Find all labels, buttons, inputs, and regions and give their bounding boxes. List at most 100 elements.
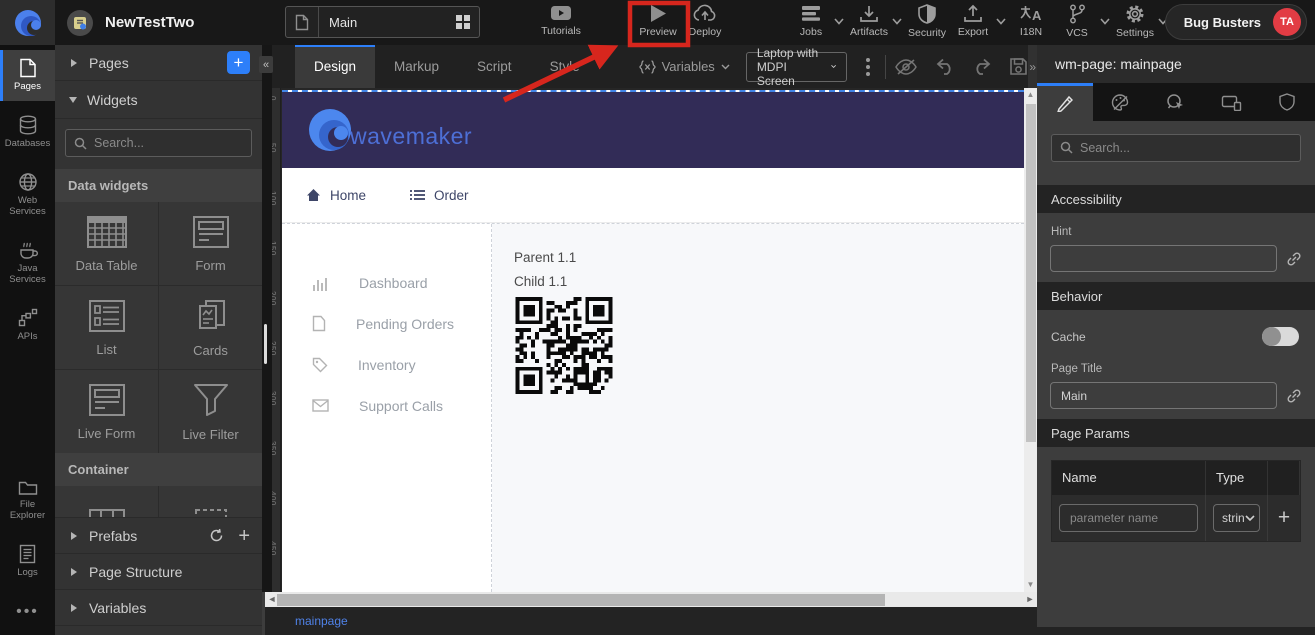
tab-style[interactable]: Style [531,45,599,88]
properties-search-input[interactable] [1051,134,1301,162]
column-header-type: Type [1206,461,1268,495]
scroll-right-icon[interactable]: ► [1023,592,1037,607]
page-header-bar[interactable]: wavemaker [282,92,1024,168]
rail-item-pages[interactable]: Pages [0,50,55,101]
page-structure-section-header[interactable]: Page Structure [55,554,262,590]
horizontal-scroll-thumb[interactable] [277,594,885,606]
redo-icon[interactable] [972,58,992,75]
add-param-button[interactable]: + [1268,495,1300,541]
wave-logo-icon [304,104,356,156]
i18n-button[interactable]: A I18N [1008,4,1054,38]
list-menu-icon [410,189,425,201]
rail-item-web-services[interactable]: Web Services [0,164,55,226]
cache-toggle[interactable] [1262,327,1299,346]
scroll-up-icon[interactable]: ▲ [1024,88,1037,102]
widget-search-input[interactable] [65,129,252,157]
jobs-icon [800,4,822,23]
canvas-horizontal-scrollbar[interactable]: ◄ ► [265,592,1037,607]
widget-container-partial-2[interactable] [159,486,262,517]
rail-item-java-services[interactable]: Java Services [0,232,55,294]
device-selector[interactable]: Laptop with MDPI Screen [746,52,847,82]
widgets-section-header[interactable]: Widgets [55,81,262,119]
team-button[interactable]: Bug Busters TA [1165,4,1307,40]
top-bar: NewTestTwo Main Tutorials Preview Deploy [0,0,1315,45]
variables-dropdown[interactable]: Variables [639,59,730,74]
undo-icon[interactable] [935,58,955,75]
rail-item-logs[interactable]: Logs [0,536,55,587]
sidenav-inventory[interactable]: Inventory [282,344,491,385]
tab-security[interactable] [1259,83,1315,121]
rail-item-apis[interactable]: APIs [0,300,55,351]
bind-link-icon[interactable] [1286,388,1302,404]
rail-item-file-explorer[interactable]: File Explorer [0,471,55,530]
api-nodes-icon [18,308,38,328]
bind-link-icon[interactable] [1286,251,1302,267]
tab-devices[interactable] [1204,83,1260,121]
hide-widgets-icon[interactable] [894,58,918,76]
widget-live-filter[interactable]: Live Filter [159,370,262,453]
wavemaker-logo[interactable] [0,0,55,45]
sidenav-pending-orders[interactable]: Pending Orders [282,303,491,344]
more-menu-icon[interactable] [860,54,876,80]
vertical-scroll-thumb[interactable] [1026,104,1036,442]
refresh-icon[interactable] [209,528,224,543]
settings-button[interactable]: Settings [1112,4,1158,39]
artifacts-button[interactable]: Artifacts [846,4,892,38]
prefabs-section-header[interactable]: Prefabs + [55,518,262,554]
tab-events[interactable] [1148,83,1204,121]
user-avatar[interactable]: TA [1273,8,1301,36]
add-prefab-button[interactable]: + [238,526,250,546]
security-button[interactable]: Security [904,4,950,39]
widget-container-partial[interactable] [55,486,158,517]
jobs-button[interactable]: Jobs [788,4,834,38]
accessibility-section-header[interactable]: Accessibility [1037,185,1315,213]
add-page-button[interactable]: + [227,51,250,74]
chevron-down-icon[interactable] [996,18,1006,25]
collapse-panel-button[interactable]: « [259,56,273,73]
deploy-button[interactable]: Deploy [681,4,729,38]
page-title-input[interactable] [1050,382,1277,409]
rail-item-databases[interactable]: Databases [0,107,55,158]
page-selector[interactable]: Main [285,6,480,38]
widget-data-table[interactable]: Data Table [55,202,158,285]
widget-form[interactable]: Form [159,202,262,285]
pages-section-header[interactable]: Pages + [55,45,262,81]
qr-code-image[interactable] [514,297,614,394]
preview-button[interactable]: Preview [634,4,682,38]
widget-live-form[interactable]: Live Form [55,370,158,453]
canvas-vertical-scrollbar[interactable]: ▲ ▼ [1024,88,1037,592]
expand-right-button[interactable]: » [1028,45,1037,88]
scroll-down-icon[interactable]: ▼ [1024,578,1037,592]
tab-styles[interactable] [1093,83,1149,121]
behavior-section-header[interactable]: Behavior [1037,282,1315,310]
tab-markup[interactable]: Markup [375,45,458,88]
tutorials-button[interactable]: Tutorials [533,4,589,37]
design-canvas-page[interactable]: wavemaker Home Order Dashboard [282,90,1024,592]
nav-item-home[interactable]: Home [306,188,366,203]
panel-scrollbar-thumb[interactable] [264,324,267,364]
hint-input[interactable] [1050,245,1277,272]
chevron-down-icon[interactable] [1100,18,1110,25]
tab-design[interactable]: Design [295,45,375,88]
tab-script[interactable]: Script [458,45,531,88]
widget-cards[interactable]: Cards [159,286,262,369]
project-switcher[interactable]: NewTestTwo [67,10,305,36]
sidenav-support-calls[interactable]: Support Calls [282,385,491,426]
footer-page-tab[interactable]: mainpage [265,614,348,628]
vcs-button[interactable]: VCS [1054,4,1100,39]
save-icon[interactable] [1009,57,1028,76]
variables-section-header[interactable]: Variables [55,590,262,626]
export-button[interactable]: Export [950,4,996,38]
chevron-down-icon[interactable] [834,18,844,25]
page-params-section-header[interactable]: Page Params [1037,419,1315,447]
envelope-icon [312,399,329,412]
more-options-icon[interactable]: ••• [0,593,55,635]
param-name-input[interactable] [1059,504,1198,532]
chevron-down-icon[interactable] [892,18,902,25]
sidenav-dashboard[interactable]: Dashboard [282,262,491,303]
grid-icon[interactable] [455,14,479,30]
nav-item-order[interactable]: Order [410,188,469,203]
param-type-select[interactable]: string [1213,504,1260,532]
widget-list[interactable]: List [55,286,158,369]
tab-properties[interactable] [1037,83,1093,121]
